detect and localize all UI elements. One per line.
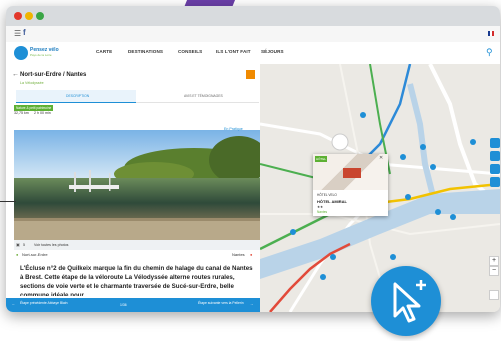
hotel-popup[interactable]: HÔTEL ✕ HÔTEL VELO HÔTEL AMIRAL ★★ Nante… bbox=[313, 154, 388, 216]
settings-icon[interactable]: ☰ bbox=[14, 29, 21, 38]
popup-tag: HÔTEL bbox=[315, 156, 328, 162]
zoom-out-icon[interactable]: − bbox=[489, 266, 499, 276]
nav-item-sejours[interactable]: SÉJOURS bbox=[261, 49, 284, 54]
site-navbar: Pensez vélo Pays de la Loire CARTE DESTI… bbox=[6, 42, 500, 65]
popup-close-icon[interactable]: ✕ bbox=[379, 155, 383, 161]
next-step-link[interactable]: Étape suivante vers la Pellerin bbox=[198, 301, 248, 305]
route-title: Nort-sur-Erdre / Nantes bbox=[20, 72, 87, 78]
fullscreen-icon[interactable] bbox=[489, 290, 499, 300]
facebook-icon[interactable]: f bbox=[23, 28, 26, 37]
utility-bar: ☰ f bbox=[6, 26, 500, 43]
window-titlebar bbox=[6, 6, 500, 26]
maximize-dot-icon[interactable] bbox=[36, 12, 44, 20]
photo-count: 5 bbox=[23, 243, 25, 247]
search-icon[interactable]: ⚲ bbox=[486, 47, 493, 58]
nav-item-carte[interactable]: CARTE bbox=[96, 49, 112, 54]
distance-value: 32,75 km bbox=[14, 111, 29, 115]
hotel-photo-detail bbox=[343, 168, 361, 178]
map-filter-button[interactable] bbox=[490, 151, 500, 161]
zoom-in-icon[interactable]: + bbox=[489, 256, 499, 266]
popup-category: HÔTEL VELO bbox=[317, 193, 337, 197]
map-tools-button[interactable] bbox=[490, 164, 500, 174]
start-marker-icon: ● bbox=[16, 252, 19, 257]
nav-item-ils-lont-fait[interactable]: ILS L'ONT FAIT bbox=[216, 49, 251, 54]
route-subtitle[interactable]: La Vélodyssée bbox=[20, 81, 44, 85]
all-photos-link[interactable]: Voir toutes les photos bbox=[34, 243, 68, 247]
prev-arrow-icon[interactable]: ← bbox=[12, 302, 15, 306]
cursor-plus-icon bbox=[393, 280, 426, 323]
route-description: L'Écluse n°2 de Quilkeix marque la fin d… bbox=[20, 265, 253, 296]
minimize-dot-icon[interactable] bbox=[25, 12, 33, 20]
duration-value: 2 h 00 min bbox=[34, 111, 51, 115]
tab-reviews-label[interactable]: AVIS ET TÉMOIGNAGES bbox=[184, 94, 223, 98]
end-location: Nantes bbox=[232, 252, 245, 257]
step-counter: 1/36 bbox=[120, 303, 127, 307]
prev-step-link[interactable]: Étape précédente Abbaye Blain bbox=[20, 301, 70, 305]
popup-city: Nantes bbox=[317, 210, 328, 214]
map-locate-button[interactable] bbox=[490, 177, 500, 187]
nav-item-destinations[interactable]: DESTINATIONS bbox=[128, 49, 163, 54]
route-photo[interactable] bbox=[14, 130, 260, 240]
start-location: Nort-sur-Erdre bbox=[22, 252, 48, 257]
end-marker-icon: ● bbox=[250, 252, 253, 257]
next-arrow-icon[interactable]: → bbox=[250, 302, 253, 306]
popup-hotel-name: HÔTEL AMIRAL bbox=[317, 199, 347, 204]
close-dot-icon[interactable] bbox=[14, 12, 22, 20]
map-layers-button[interactable] bbox=[490, 138, 500, 148]
route-logo-icon bbox=[246, 70, 255, 79]
back-arrow-icon[interactable]: ← bbox=[12, 71, 19, 78]
language-flag-icon[interactable] bbox=[488, 31, 494, 36]
step-navigation-bar: ← Étape précédente Abbaye Blain 1/36 Éta… bbox=[6, 298, 260, 312]
photo-illustration bbox=[14, 130, 260, 240]
popup-stars: ★★ bbox=[317, 205, 324, 209]
click-cursor-badge bbox=[371, 266, 441, 336]
tab-description-label[interactable]: DESCRIPTION bbox=[66, 94, 89, 98]
practical-info-link[interactable]: En Pratique bbox=[224, 127, 243, 131]
logo-subtitle: Pays de la Loire bbox=[30, 53, 52, 57]
camera-icon: ▣ bbox=[16, 242, 20, 247]
callout-line bbox=[0, 201, 16, 202]
site-logo-icon[interactable] bbox=[14, 46, 28, 60]
nav-item-conseils[interactable]: CONSEILS bbox=[178, 49, 202, 54]
